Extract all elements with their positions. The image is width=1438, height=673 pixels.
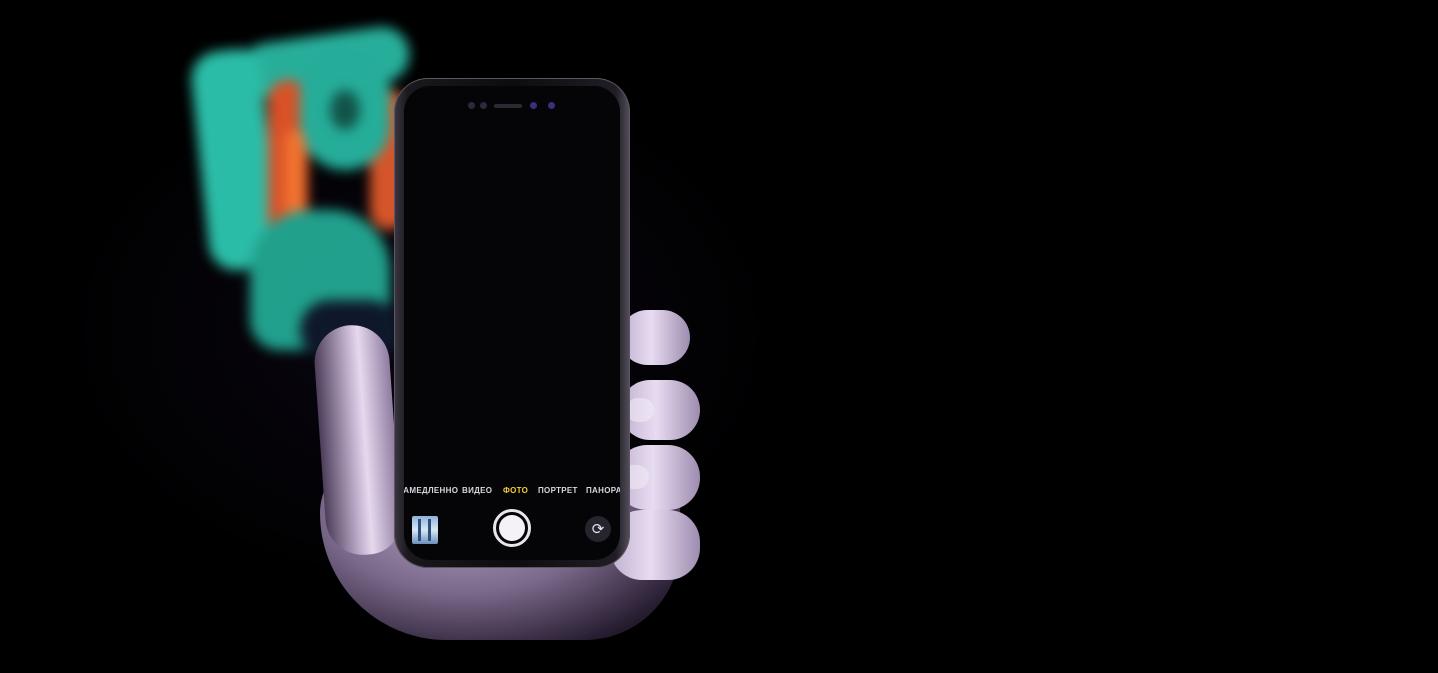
mode-video[interactable]: ВИДЕО [462,486,492,495]
hero-scene: ЗАМЕДЛЕННО ВИДЕО ФОТО ПОРТРЕТ ПАНОРАМА ⟳ [0,0,1438,673]
mode-photo[interactable]: ФОТО [503,486,528,495]
phone-notch [460,96,564,112]
gallery-thumbnail[interactable] [412,516,438,544]
camera-mode-selector: ЗАМЕДЛЕННО ВИДЕО ФОТО ПОРТРЕТ ПАНОРАМА [404,486,620,502]
mode-slow-motion[interactable]: ЗАМЕДЛЕННО [404,486,458,495]
mode-panorama[interactable]: ПАНОРАМА [586,486,620,495]
smartphone: ЗАМЕДЛЕННО ВИДЕО ФОТО ПОРТРЕТ ПАНОРАМА ⟳ [394,78,630,568]
camera-viewfinder: ЗАМЕДЛЕННО ВИДЕО ФОТО ПОРТРЕТ ПАНОРАМА ⟳ [404,86,620,560]
mode-portrait[interactable]: ПОРТРЕТ [538,486,578,495]
camera-controls: ⟳ [404,506,620,556]
camera-switch-icon[interactable]: ⟳ [585,516,611,542]
shutter-button[interactable] [493,509,531,547]
